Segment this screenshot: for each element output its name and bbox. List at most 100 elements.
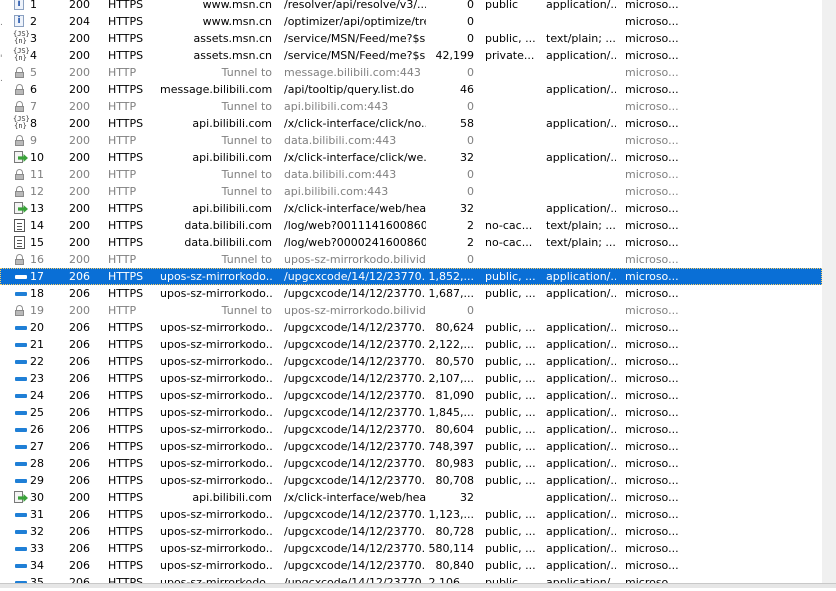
content-type: application/... xyxy=(546,270,616,283)
session-row[interactable]: i 1 200 HTTPS www.msn.cn/resolver/api/resolv… xyxy=(0,0,822,13)
body-size: 80,983 xyxy=(435,457,475,470)
session-row[interactable]: {JS} {n} 3 200 HTTPS assets.msn.cn/service/MS… xyxy=(0,30,822,47)
session-row[interactable]: 20 206 HTTPS upos-sz-mirrorkodo.... /upgcxco… xyxy=(0,319,822,336)
horizontal-scrollbar[interactable] xyxy=(0,583,836,588)
process: microso... xyxy=(625,32,679,45)
stream-icon xyxy=(13,421,29,438)
session-number: 27 xyxy=(30,440,44,453)
protocol: HTTPS xyxy=(108,32,144,45)
session-row[interactable]: 9 200 HTTP Tunnel to data.bilibili.com:443 0 m… xyxy=(0,132,822,149)
result-code: 206 xyxy=(69,559,90,572)
content-type: application/... xyxy=(546,389,616,402)
process: microso... xyxy=(625,168,679,181)
host: api.bilibili.com xyxy=(192,491,272,504)
session-row[interactable]: {JS} {n} 8 200 HTTPS api.bilibili.com/x/click… xyxy=(0,115,822,132)
session-number: 6 xyxy=(30,83,37,96)
process: microso... xyxy=(625,372,679,385)
host: upos-sz-mirrorkodo.... xyxy=(160,440,272,453)
protocol: HTTP xyxy=(108,185,137,198)
caching: public, ... xyxy=(485,321,536,334)
url: /upgcxcode/14/12/23770... xyxy=(284,338,426,351)
session-row[interactable]: 14 200 HTTPS data.bilibili.com/log/web?0011… xyxy=(0,217,822,234)
process: microso... xyxy=(625,406,679,419)
session-number: 31 xyxy=(30,508,44,521)
session-row[interactable]: 24 206 HTTPS upos-sz-mirrorkodo.... /upgcxco… xyxy=(0,387,822,404)
session-list[interactable]: i 1 200 HTTPS www.msn.cn/resolver/api/resolv… xyxy=(0,0,822,591)
stream-icon xyxy=(13,523,29,540)
process: microso... xyxy=(625,0,679,11)
session-row[interactable]: 25 206 HTTPS upos-sz-mirrorkodo.... /upgcxco… xyxy=(0,404,822,421)
session-row[interactable]: 5 200 HTTP Tunnel to message.bilibili.com:44… xyxy=(0,64,822,81)
host: api.bilibili.com xyxy=(192,151,272,164)
content-type: application/... xyxy=(546,202,616,215)
body-size: 0 xyxy=(467,32,474,45)
host: upos-sz-mirrorkodo.... xyxy=(160,355,272,368)
protocol: HTTPS xyxy=(108,117,144,130)
protocol: HTTPS xyxy=(108,525,144,538)
session-row[interactable]: 13 200 HTTPS api.bilibili.com/x/click-inter… xyxy=(0,200,822,217)
process: microso... xyxy=(625,474,679,487)
session-row[interactable]: 15 200 HTTPS data.bilibili.com/log/web?0000… xyxy=(0,234,822,251)
caching: public, ... xyxy=(485,423,536,436)
stream-icon xyxy=(13,404,29,421)
caching: no-cac... xyxy=(485,219,533,232)
url: /service/MSN/Feed/me?$s... xyxy=(284,32,426,45)
session-number: 7 xyxy=(30,100,37,113)
session-row[interactable]: 28 206 HTTPS upos-sz-mirrorkodo.... /upgcxco… xyxy=(0,455,822,472)
js-icon: {JS} {n} xyxy=(13,115,29,130)
session-number: 10 xyxy=(30,151,44,164)
url: /upgcxcode/14/12/23770... xyxy=(284,440,426,453)
host: upos-sz-mirrorkodo.... xyxy=(160,423,272,436)
content-type: application/... xyxy=(546,423,616,436)
session-row[interactable]: 34 206 HTTPS upos-sz-mirrorkodo.... /upgcxco… xyxy=(0,557,822,574)
session-row[interactable]: 23 206 HTTPS upos-sz-mirrorkodo.... /upgcxco… xyxy=(0,370,822,387)
content-type: application/... xyxy=(546,491,616,504)
session-row[interactable]: 31 206 HTTPS upos-sz-mirrorkodo.... /upgcxco… xyxy=(0,506,822,523)
url: /log/web?0000241600860... xyxy=(284,236,426,249)
session-number: 5 xyxy=(30,66,37,79)
host: upos-sz-mirrorkodo.... xyxy=(160,559,272,572)
result-code: 206 xyxy=(69,389,90,402)
session-row[interactable]: 30 200 HTTPS api.bilibili.com/x/click-inter… xyxy=(0,489,822,506)
session-number: 28 xyxy=(30,457,44,470)
session-row[interactable]: 16 200 HTTP Tunnel to upos-sz-mirrorkodo.bil… xyxy=(0,251,822,268)
url: /upgcxcode/14/12/23770... xyxy=(284,542,426,555)
session-row[interactable]: 17 206 HTTPS upos-sz-mirrorkodo.... /upgcxco… xyxy=(0,268,822,285)
host: upos-sz-mirrorkodo.... xyxy=(160,406,272,419)
session-row[interactable]: 11 200 HTTP Tunnel to data.bilibili.com:443 0… xyxy=(0,166,822,183)
url: /upgcxcode/14/12/23770... xyxy=(284,559,426,572)
session-row[interactable]: 6 200 HTTPS message.bilibili.com/api/toolti… xyxy=(0,81,822,98)
session-row[interactable]: 29 206 HTTPS upos-sz-mirrorkodo.... /upgcxco… xyxy=(0,472,822,489)
session-number: 29 xyxy=(30,474,44,487)
session-row[interactable]: 19 200 HTTP Tunnel to upos-sz-mirrorkodo.bil… xyxy=(0,302,822,319)
session-row[interactable]: 27 206 HTTPS upos-sz-mirrorkodo.... /upgcxco… xyxy=(0,438,822,455)
session-row[interactable]: 26 206 HTTPS upos-sz-mirrorkodo.... /upgcxco… xyxy=(0,421,822,438)
session-row[interactable]: 21 206 HTTPS upos-sz-mirrorkodo.... /upgcxco… xyxy=(0,336,822,353)
session-row[interactable]: 18 206 HTTPS upos-sz-mirrorkodo.... /upgcxco… xyxy=(0,285,822,302)
caching: public, ... xyxy=(485,287,536,300)
protocol: HTTPS xyxy=(108,287,144,300)
arrow-icon xyxy=(13,149,29,166)
stream-icon xyxy=(13,319,29,336)
lock-icon xyxy=(13,132,29,149)
session-row[interactable]: 32 206 HTTPS upos-sz-mirrorkodo.... /upgcxco… xyxy=(0,523,822,540)
session-number: 13 xyxy=(30,202,44,215)
vertical-scrollbar[interactable] xyxy=(822,0,836,588)
stream-icon xyxy=(13,268,29,285)
result-code: 206 xyxy=(69,355,90,368)
session-row[interactable]: i 2 204 HTTPS www.msn.cn/optimizer/api/optim… xyxy=(0,13,822,30)
session-row[interactable]: 12 200 HTTP Tunnel to api.bilibili.com:443 0 m… xyxy=(0,183,822,200)
host: upos-sz-mirrorkodo.... xyxy=(160,321,272,334)
session-row[interactable]: 22 206 HTTPS upos-sz-mirrorkodo.... /upgcxco… xyxy=(0,353,822,370)
session-row[interactable]: 33 206 HTTPS upos-sz-mirrorkodo.... /upgcxco… xyxy=(0,540,822,557)
process: microso... xyxy=(625,491,679,504)
session-number: 4 xyxy=(30,49,37,62)
session-row[interactable]: 7 200 HTTP Tunnel to api.bilibili.com:443 0 mi… xyxy=(0,98,822,115)
body-size: 2 xyxy=(467,219,474,232)
url: upos-sz-mirrorkodo.bilivid... xyxy=(284,253,426,266)
stream-icon xyxy=(13,540,29,557)
session-row[interactable]: 10 200 HTTPS api.bilibili.com/x/click-inter… xyxy=(0,149,822,166)
session-row[interactable]: {JS} {n} 4 200 HTTPS assets.msn.cn/service/MS… xyxy=(0,47,822,64)
url: data.bilibili.com:443 xyxy=(284,134,397,147)
url: /x/click-interface/click/we... xyxy=(284,151,426,164)
